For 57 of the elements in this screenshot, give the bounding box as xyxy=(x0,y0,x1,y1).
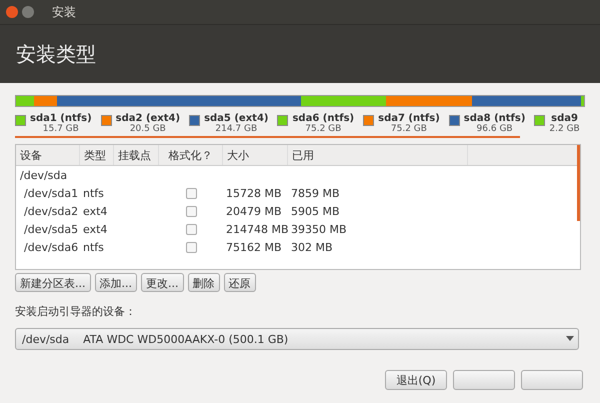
window-title: 安装 xyxy=(52,4,76,20)
table-cell-text: 20479 MB xyxy=(225,204,283,218)
table-cell-text: 5905 MB xyxy=(290,204,341,218)
partition-name: sda7 (ntfs) xyxy=(378,113,440,124)
table-cell-text: ntfs xyxy=(82,186,105,200)
table-cell-text: 7859 MB xyxy=(290,186,341,200)
table-button[interactable]: 删除 xyxy=(188,273,220,292)
table-button[interactable]: 还原 xyxy=(224,273,256,292)
table-cell-text: ext4 xyxy=(82,222,108,236)
button[interactable] xyxy=(521,370,583,390)
partition-name: sda8 (ntfs) xyxy=(464,113,526,124)
partition-name: sda9 xyxy=(551,113,578,124)
partition-size: 75.2 GB xyxy=(390,124,427,134)
button[interactable] xyxy=(453,370,515,390)
partition-name: sda1 (ntfs) xyxy=(30,113,92,124)
column-header[interactable]: 设备 xyxy=(16,145,80,165)
format-checkbox[interactable] xyxy=(186,224,196,234)
table-cell-text: 214748 MB xyxy=(225,222,288,236)
table-cell-text: 302 MB xyxy=(290,240,334,254)
table-cell-text: /dev/sda xyxy=(19,168,68,182)
column-header[interactable]: 类型 xyxy=(80,145,114,165)
partition-segment xyxy=(16,96,34,106)
table-cell-text: 75162 MB xyxy=(225,240,283,254)
column-header[interactable]: 格式化？ xyxy=(159,145,223,165)
partition-name: sda5 (ext4) xyxy=(204,113,268,124)
partition-size: 20.5 GB xyxy=(130,124,166,134)
column-header[interactable]: 已用 xyxy=(288,145,468,165)
bootloader-dropdown[interactable]: /dev/sda ATA WDC WD5000AAKX-0 (500.1 GB) xyxy=(15,328,579,350)
table-cell-text: ntfs xyxy=(82,240,105,254)
minimize-icon[interactable] xyxy=(22,6,34,18)
partition-size: 214.7 GB xyxy=(215,124,258,134)
partition-size: 15.7 GB xyxy=(42,124,79,134)
bootloader-label: 安装启动引导器的设备： xyxy=(15,304,137,319)
table-cell-text: /dev/sda2 xyxy=(23,204,80,218)
table-cell-text: 15728 MB xyxy=(225,186,283,200)
table-cell-text: ext4 xyxy=(82,204,108,218)
format-checkbox[interactable] xyxy=(186,242,196,252)
page-title: 安装类型 xyxy=(16,40,96,68)
table-cell-text: /dev/sda1 xyxy=(23,186,80,200)
table-button[interactable]: 新建分区表... xyxy=(15,273,90,292)
table-button[interactable]: 添加... xyxy=(94,273,137,292)
table-cell-text: /dev/sda5 xyxy=(23,222,80,236)
table-cell-text: 39350 MB xyxy=(290,222,348,236)
column-header[interactable]: 大小 xyxy=(223,145,288,165)
column-header[interactable]: 挂载点 xyxy=(114,145,159,165)
partition-size: 2.2 GB xyxy=(549,124,580,134)
format-checkbox[interactable] xyxy=(186,206,196,216)
partition-size: 75.2 GB xyxy=(305,124,342,134)
table-cell-text: /dev/sda6 xyxy=(23,240,80,254)
partition-name: sda6 (ntfs) xyxy=(292,113,354,124)
dropdown-arrow-icon xyxy=(566,336,574,341)
partition-name: sda2 (ext4) xyxy=(116,113,180,124)
format-checkbox[interactable] xyxy=(186,188,196,198)
partition-size: 96.6 GB xyxy=(476,124,513,134)
quit-button[interactable]: 退出(Q) xyxy=(385,370,447,390)
close-icon[interactable] xyxy=(6,6,18,18)
table-button[interactable]: 更改... xyxy=(141,273,184,292)
